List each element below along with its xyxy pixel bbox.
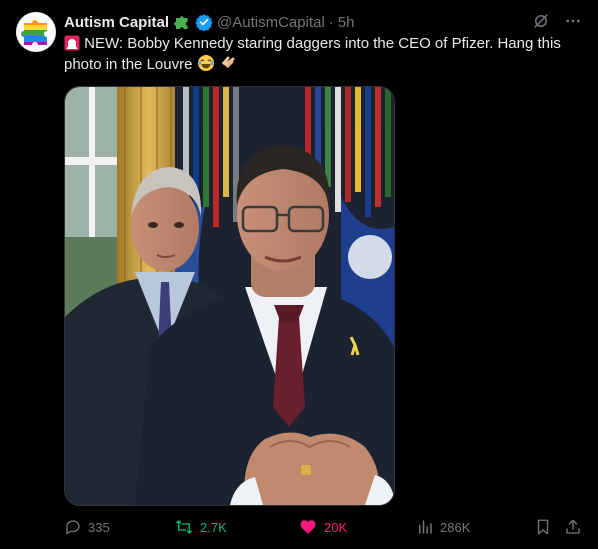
separator-dot: · <box>328 13 334 31</box>
like-count: 20K <box>324 519 348 535</box>
like-button[interactable]: 20K <box>298 518 347 536</box>
tweet-actions: 335 2.7K 20K 286K <box>64 514 582 540</box>
puzzle-logo-icon <box>21 20 47 45</box>
reply-icon <box>66 520 80 535</box>
clapping-hands-icon <box>219 54 237 72</box>
tweet-card[interactable]: Autism Capital @AutismCapital · 5h NEW: … <box>0 0 598 549</box>
verified-badge-icon[interactable] <box>195 13 213 31</box>
photo-illustration <box>65 87 394 505</box>
tweet-header: Autism Capital @AutismCapital · 5h <box>64 12 582 32</box>
more-options-icon[interactable] <box>564 12 582 30</box>
timestamp[interactable]: 5h <box>338 14 355 31</box>
reply-button[interactable]: 335 <box>64 518 110 536</box>
tweet-text: NEW: Bobby Kennedy staring daggers into … <box>64 34 574 75</box>
share-icon <box>566 519 580 534</box>
joy-emoji-icon <box>197 54 215 72</box>
repost-icon <box>176 520 192 534</box>
views-button[interactable]: 286K <box>416 518 470 536</box>
views-count: 286K <box>440 519 471 535</box>
tweet-body-text: NEW: Bobby Kennedy staring daggers into … <box>64 35 561 73</box>
bookmark-button[interactable] <box>534 518 552 536</box>
heart-icon <box>300 520 316 534</box>
share-button[interactable] <box>564 518 582 536</box>
puzzle-badge-icon <box>173 13 191 31</box>
tweet-photo[interactable] <box>64 86 395 506</box>
repost-count: 2.7K <box>200 519 227 535</box>
reply-count: 335 <box>88 519 110 535</box>
bookmark-icon <box>537 519 549 535</box>
handle[interactable]: @AutismCapital <box>217 14 325 31</box>
views-chart-icon <box>419 520 432 534</box>
grok-icon[interactable] <box>532 12 550 30</box>
avatar[interactable] <box>16 12 56 52</box>
repost-button[interactable]: 2.7K <box>174 518 227 536</box>
rotating-light-icon <box>64 35 80 51</box>
display-name[interactable]: Autism Capital <box>64 14 169 31</box>
